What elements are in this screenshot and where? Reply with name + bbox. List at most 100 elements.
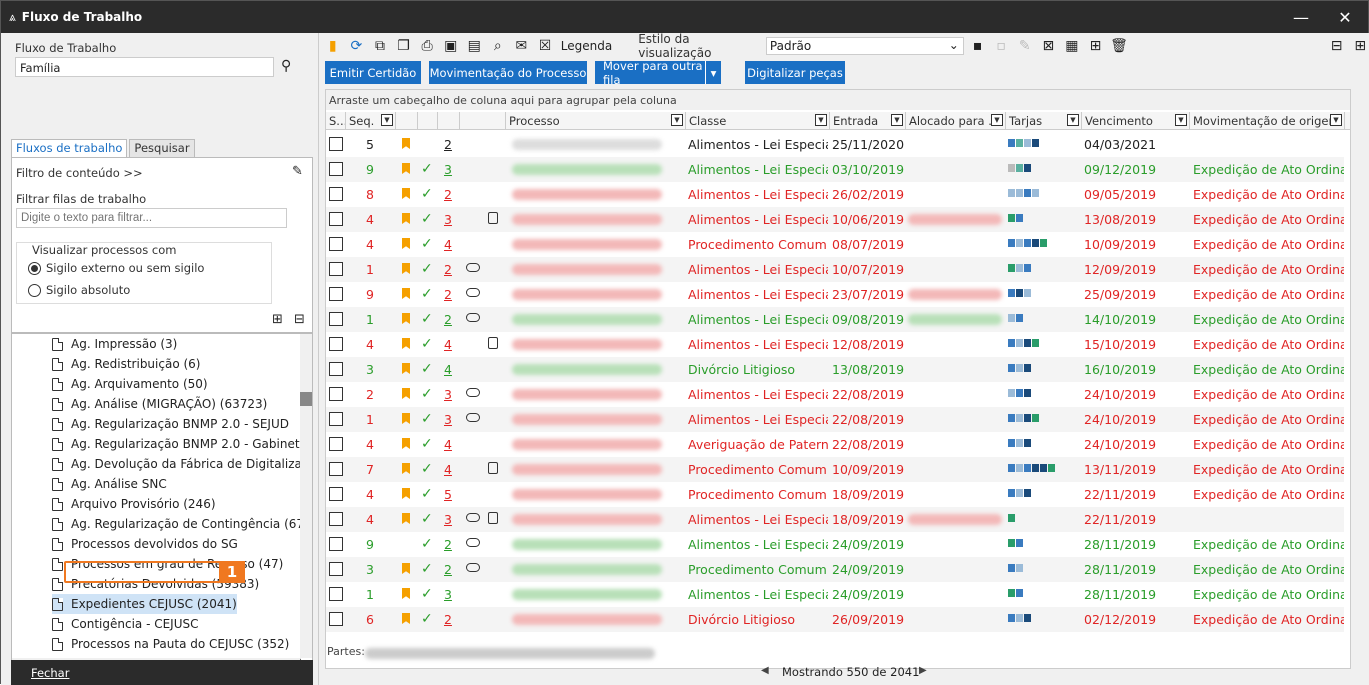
queue-item[interactable]: Contigência - CEJUSC (52, 614, 199, 634)
radio-sigilo-absoluto[interactable] (28, 284, 41, 297)
table-row[interactable]: 4 ✓ 4 Procedimento Comum C 08/07/2019 10/09/2… (326, 232, 1344, 257)
prev-page-icon[interactable]: ◀ (761, 665, 769, 676)
workflow-input[interactable]: Família (15, 57, 274, 77)
view-style-select[interactable]: Padrão ⌄ (765, 37, 964, 55)
content-filter-toggle[interactable]: Filtro de conteúdo >> (16, 166, 143, 180)
tab-fluxos[interactable]: Fluxos de trabalho (11, 139, 128, 157)
table-row[interactable]: 1 ✓ 3 Alimentos - Lei Especial 22/08/2019 24/… (326, 407, 1344, 432)
processo-cell[interactable] (512, 389, 662, 400)
row-checkbox[interactable] (329, 312, 343, 326)
processo-cell[interactable] (512, 489, 662, 500)
doc-count-link[interactable]: 4 (444, 357, 452, 382)
row-checkbox[interactable] (329, 587, 343, 601)
processo-cell[interactable] (512, 539, 662, 550)
row-checkbox[interactable] (329, 137, 343, 151)
movimentacao-button[interactable]: Movimentação do Processo (429, 61, 587, 84)
filter-dropdown-icon[interactable]: ▼ (1175, 114, 1187, 126)
close-button[interactable]: ✕ (1322, 1, 1368, 33)
doc-count-link[interactable]: 4 (444, 432, 452, 457)
report-icon[interactable]: ▦ (1062, 36, 1082, 56)
column-header[interactable]: Alocado para ... ▼ (906, 112, 1006, 130)
processo-cell[interactable] (512, 139, 662, 150)
processo-cell[interactable] (512, 439, 662, 450)
processo-cell[interactable] (512, 189, 662, 200)
refresh-icon[interactable]: ⟳ (347, 36, 367, 56)
emitir-certidao-button[interactable]: Emitir Certidão (325, 61, 421, 84)
column-header[interactable]: Tarjas ▼ (1006, 112, 1082, 130)
processo-cell[interactable] (512, 414, 662, 425)
processo-cell[interactable] (512, 339, 662, 350)
fechar-button[interactable]: Fechar (11, 660, 313, 685)
collapse-tree-icon[interactable]: ⊟ (294, 312, 305, 327)
legend-label[interactable]: Legenda (561, 39, 612, 53)
print-icon[interactable]: ⎙ (417, 36, 437, 56)
filter-dropdown-icon[interactable]: ▼ (815, 114, 827, 126)
filter-dropdown-icon[interactable]: ▼ (1330, 114, 1342, 126)
table-row[interactable]: 4 ✓ 4 Averiguação de Paternid 22/08/2019 24/1… (326, 432, 1344, 457)
doc-count-link[interactable]: 3 (444, 507, 452, 532)
doc-count-link[interactable]: 5 (444, 482, 452, 507)
row-checkbox[interactable] (329, 487, 343, 501)
table-row[interactable]: 9 ✓ 2 Alimentos - Lei Especial 24/09/2019 28/… (326, 532, 1344, 557)
remove-filter-icon[interactable]: ☒ (535, 36, 555, 56)
row-checkbox[interactable] (329, 437, 343, 451)
doc-count-link[interactable]: 3 (444, 157, 452, 182)
doc-count-link[interactable]: 2 (444, 307, 452, 332)
mover-fila-dropdown[interactable]: ▾ (705, 61, 721, 84)
table-row[interactable]: 3 ✓ 2 Procedimento Comum C 24/09/2019 28/11/2… (326, 557, 1344, 582)
tab-pesquisar[interactable]: Pesquisar (129, 139, 195, 157)
doc-count-link[interactable]: 2 (444, 282, 452, 307)
queue-item[interactable]: Expedientes CEJUSC (2041) (52, 594, 237, 614)
row-checkbox[interactable] (329, 162, 343, 176)
columns-icon[interactable]: ⊞ (1086, 36, 1106, 56)
queue-item[interactable]: Ag. Análise (MIGRAÇÃO) (63723) (52, 394, 267, 414)
doc-count-link[interactable]: 4 (444, 232, 452, 257)
doc-count-link[interactable]: 2 (444, 257, 452, 282)
table-row[interactable]: 6 ✓ 2 Divórcio Litigioso 26/09/2019 02/12/201… (326, 607, 1344, 632)
queue-item[interactable]: Ag. Análise SNC (52, 474, 167, 494)
bookmark-icon[interactable]: ▮ (323, 36, 343, 56)
column-header[interactable]: Classe ▼ (686, 112, 830, 130)
trash-icon[interactable]: 🗑 (1109, 36, 1129, 56)
minimize-button[interactable]: — (1278, 1, 1324, 33)
doc-count-link[interactable]: 2 (444, 532, 452, 557)
filter-dropdown-icon[interactable]: ▼ (991, 114, 1003, 126)
save-view-icon[interactable]: ▪ (968, 36, 988, 56)
processo-cell[interactable] (512, 464, 662, 475)
row-checkbox[interactable] (329, 237, 343, 251)
row-checkbox[interactable] (329, 187, 343, 201)
queue-item[interactable]: Ag. Arquivamento (50) (52, 374, 208, 394)
doc-count-link[interactable]: 3 (444, 407, 452, 432)
tree-vscroll[interactable] (300, 334, 312, 658)
doc-count-link[interactable]: 3 (444, 207, 452, 232)
column-header[interactable]: Processo ▼ (506, 112, 686, 130)
filter-dropdown-icon[interactable]: ▼ (891, 114, 903, 126)
queue-item[interactable]: Ag. Regularização BNMP 2.0 - SEJUD (52, 414, 289, 434)
table-row[interactable]: 7 ✓ 4 Procedimento Comum C 10/09/2019 13/11/2… (326, 457, 1344, 482)
table-row[interactable]: 9 ✓ 2 Alimentos - Lei Especial 23/07/2019 25/… (326, 282, 1344, 307)
doc-count-link[interactable]: 3 (444, 382, 452, 407)
column-header[interactable]: Seq. ▼ (346, 112, 396, 130)
processo-cell[interactable] (512, 239, 662, 250)
row-checkbox[interactable] (329, 412, 343, 426)
save-icon[interactable]: ▣ (441, 36, 461, 56)
row-checkbox[interactable] (329, 287, 343, 301)
table-row[interactable]: 3 ✓ 4 Divórcio Litigioso 13/08/2019 16/10/201… (326, 357, 1344, 382)
processo-cell[interactable] (512, 264, 662, 275)
filter-dropdown-icon[interactable]: ▼ (671, 114, 683, 126)
row-checkbox[interactable] (329, 537, 343, 551)
row-checkbox[interactable] (329, 262, 343, 276)
row-checkbox[interactable] (329, 362, 343, 376)
queue-item[interactable]: Ag. Regularização de Contingência (67) (52, 514, 309, 534)
table-row[interactable]: 1 ✓ 3 Alimentos - Lei Especial 24/09/2019 28/… (326, 582, 1344, 607)
digitalizar-button[interactable]: Digitalizar peças (745, 61, 845, 84)
comment-icon[interactable]: ✉ (512, 36, 532, 56)
queue-item[interactable]: Processos devolvidos do SG (52, 534, 238, 554)
column-header[interactable]: Entrada ▼ (830, 112, 906, 130)
queue-item[interactable]: Ag. Devolução da Fábrica de Digitalizaçã… (52, 454, 312, 474)
radio-sigilo-externo[interactable] (28, 262, 41, 275)
column-header[interactable]: Movimentação de origem ▼ (1190, 112, 1345, 130)
column-header[interactable] (438, 112, 460, 130)
queue-filter-input[interactable] (16, 208, 287, 228)
table-row[interactable]: 4 ✓ 5 Procedimento Comum C 18/09/2019 22/11/2… (326, 482, 1344, 507)
